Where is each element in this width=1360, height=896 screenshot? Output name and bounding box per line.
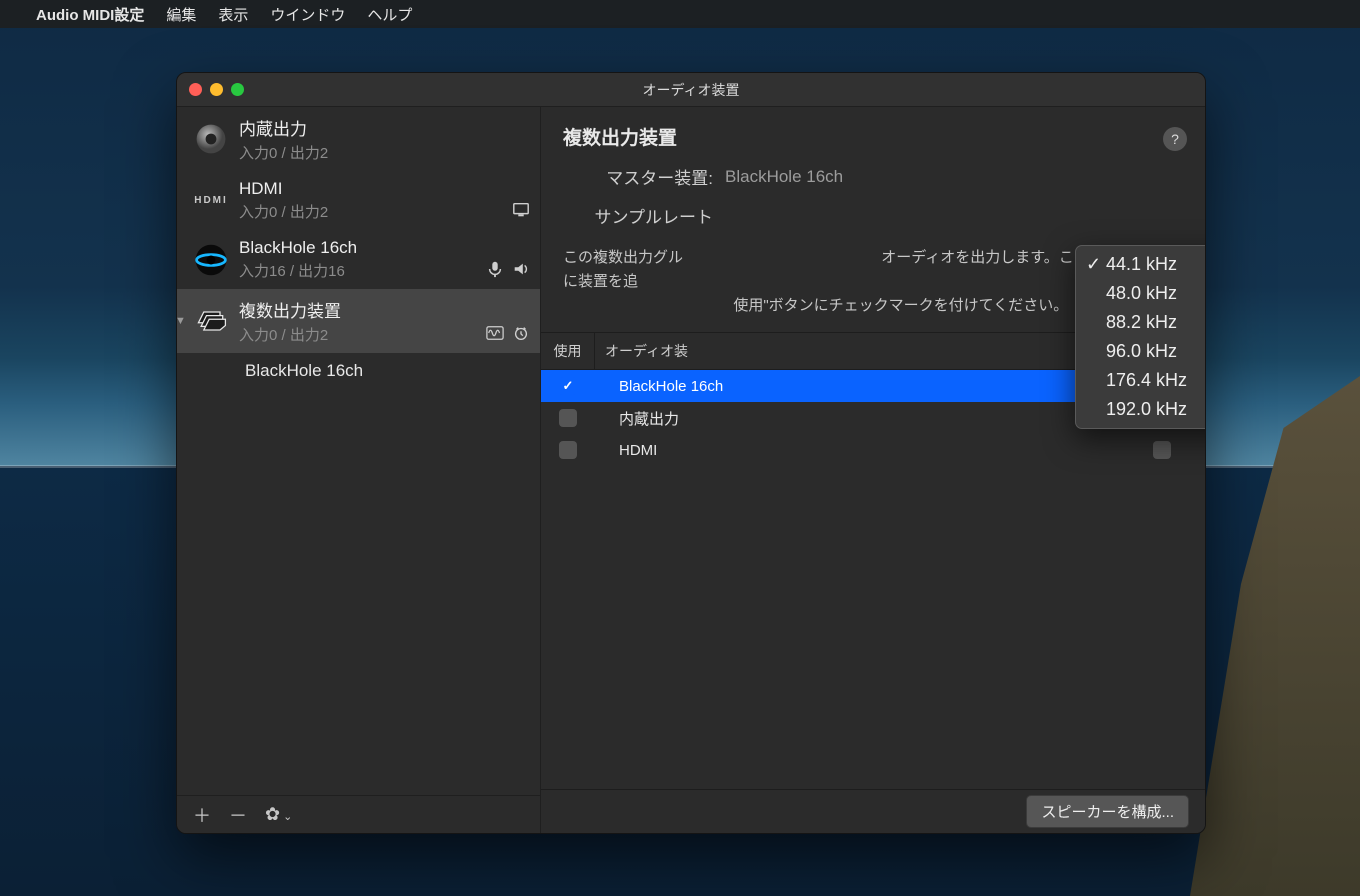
sample-rate-label: サンプルレート xyxy=(563,203,713,228)
device-name: 複数出力装置 xyxy=(239,297,528,322)
display-output-icon xyxy=(512,201,530,224)
device-io: 入力16 / 出力16 xyxy=(239,260,528,281)
waveform-icon xyxy=(486,324,504,347)
row-device-name: HDMI xyxy=(595,442,1085,459)
configure-speakers-button[interactable]: スピーカーを構成... xyxy=(1026,795,1189,828)
device-io: 入力0 / 出力2 xyxy=(239,201,528,222)
hdmi-icon: HDMI xyxy=(191,181,231,221)
device-io: 入力0 / 出力2 xyxy=(239,142,528,163)
use-checkbox[interactable] xyxy=(559,409,577,427)
drift-checkbox[interactable] xyxy=(1153,441,1171,459)
blackhole-icon xyxy=(191,240,231,280)
menu-help[interactable]: ヘルプ xyxy=(367,4,412,25)
sample-rate-option[interactable]: 96.0 kHz xyxy=(1076,337,1206,366)
aggregate-subdevice[interactable]: BlackHole 16ch xyxy=(177,353,540,389)
col-use[interactable]: 使用 xyxy=(541,333,595,369)
sample-rate-option[interactable]: 44.1 kHz xyxy=(1076,250,1206,279)
panel-title: 複数出力装置 xyxy=(563,123,1183,150)
device-name: HDMI xyxy=(239,179,528,199)
master-device-label: マスター装置: xyxy=(563,164,713,189)
device-name: BlackHole 16ch xyxy=(239,238,528,258)
device-item-multi-output[interactable]: ▼ 複数出力装置 入力0 / 出力2 xyxy=(177,289,540,353)
col-device[interactable]: オーディオ装 xyxy=(595,333,1085,369)
sample-rate-option[interactable]: 192.0 kHz xyxy=(1076,395,1206,424)
aggregate-device-icon xyxy=(191,301,231,341)
device-item-blackhole[interactable]: BlackHole 16ch 入力16 / 出力16 xyxy=(177,230,540,289)
use-checkbox[interactable] xyxy=(559,377,577,395)
sample-rate-option[interactable]: 176.4 kHz xyxy=(1076,366,1206,395)
device-item-builtin-output[interactable]: 内蔵出力 入力0 / 出力2 xyxy=(177,107,540,171)
clock-icon xyxy=(512,324,530,347)
row-device-name: BlackHole 16ch xyxy=(595,378,1085,395)
disclosure-triangle-icon[interactable]: ▼ xyxy=(177,315,186,327)
audio-midi-window: オーディオ装置 内蔵出力 入力0 / 出力2 HDMI HDMI xyxy=(176,72,1206,834)
row-device-name: 内蔵出力 xyxy=(595,408,1085,429)
sample-rate-menu: 44.1 kHz 48.0 kHz 88.2 kHz 96.0 kHz 176.… xyxy=(1075,245,1206,429)
master-device-value[interactable]: BlackHole 16ch xyxy=(725,167,843,187)
sample-rate-option[interactable]: 88.2 kHz xyxy=(1076,308,1206,337)
sample-rate-option[interactable]: 48.0 kHz xyxy=(1076,279,1206,308)
default-output-icon xyxy=(512,260,530,283)
remove-device-button[interactable]: － xyxy=(229,802,247,828)
help-button[interactable]: ? xyxy=(1163,127,1187,151)
detail-panel: 複数出力装置 ? マスター装置: BlackHole 16ch サンプルレート … xyxy=(541,107,1205,833)
device-actions-menu[interactable]: ✿⌄ xyxy=(265,804,292,825)
device-name: 内蔵出力 xyxy=(239,115,528,140)
device-item-hdmi[interactable]: HDMI HDMI 入力0 / 出力2 xyxy=(177,171,540,230)
device-sidebar: 内蔵出力 入力0 / 出力2 HDMI HDMI 入力0 / 出力2 xyxy=(177,107,541,833)
speaker-icon xyxy=(191,119,231,159)
table-row[interactable]: HDMI xyxy=(541,434,1205,466)
use-checkbox[interactable] xyxy=(559,441,577,459)
app-menu[interactable]: Audio MIDI設定 xyxy=(36,4,144,25)
add-device-button[interactable]: ＋ xyxy=(193,802,211,828)
sidebar-toolbar: ＋ － ✿⌄ xyxy=(177,795,540,833)
menu-bar: Audio MIDI設定 編集 表示 ウインドウ ヘルプ xyxy=(0,0,1360,28)
menu-edit[interactable]: 編集 xyxy=(166,4,196,25)
menu-view[interactable]: 表示 xyxy=(218,4,248,25)
default-input-icon xyxy=(486,260,504,283)
window-title: オーディオ装置 xyxy=(177,80,1205,100)
title-bar[interactable]: オーディオ装置 xyxy=(177,73,1205,107)
device-io: 入力0 / 出力2 xyxy=(239,324,528,345)
menu-window[interactable]: ウインドウ xyxy=(270,4,345,25)
